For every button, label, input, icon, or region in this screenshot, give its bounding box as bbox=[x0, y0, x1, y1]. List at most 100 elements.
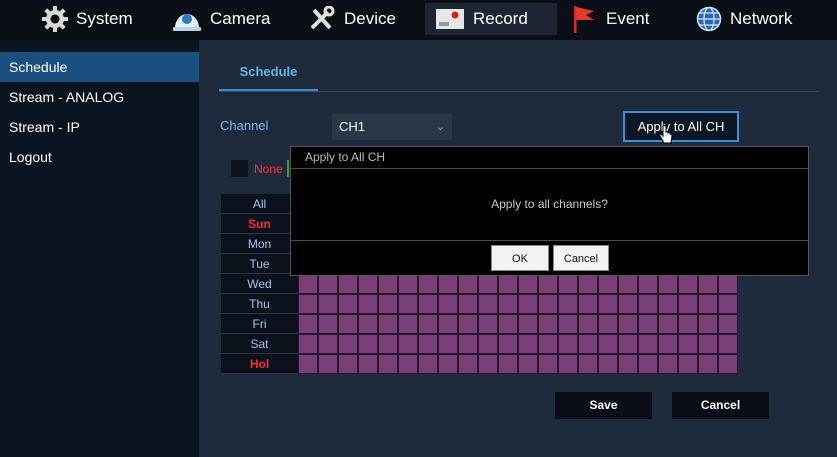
schedule-cell[interactable] bbox=[438, 334, 458, 354]
nav-record[interactable]: Record bbox=[425, 3, 557, 35]
schedule-cell[interactable] bbox=[458, 294, 478, 314]
schedule-cell[interactable] bbox=[418, 274, 438, 294]
schedule-cell[interactable] bbox=[598, 334, 618, 354]
schedule-cell[interactable] bbox=[618, 294, 638, 314]
schedule-cell[interactable] bbox=[298, 274, 318, 294]
schedule-cell[interactable] bbox=[518, 354, 538, 374]
schedule-cell[interactable] bbox=[638, 274, 658, 294]
schedule-cell[interactable] bbox=[318, 354, 338, 374]
schedule-cell[interactable] bbox=[618, 274, 638, 294]
schedule-cell[interactable] bbox=[438, 314, 458, 334]
schedule-cell[interactable] bbox=[558, 354, 578, 374]
nav-network[interactable]: Network bbox=[696, 3, 792, 35]
apply-to-all-button[interactable]: Apply to All CH bbox=[623, 111, 739, 142]
schedule-cell[interactable] bbox=[618, 354, 638, 374]
schedule-cell[interactable] bbox=[418, 314, 438, 334]
schedule-cell[interactable] bbox=[358, 334, 378, 354]
schedule-grid[interactable] bbox=[298, 274, 738, 374]
day-hol[interactable]: Hol bbox=[221, 354, 298, 374]
schedule-cell[interactable] bbox=[698, 294, 718, 314]
schedule-cell[interactable] bbox=[338, 274, 358, 294]
schedule-cell[interactable] bbox=[418, 354, 438, 374]
schedule-cell[interactable] bbox=[498, 354, 518, 374]
schedule-cell[interactable] bbox=[658, 294, 678, 314]
schedule-cell[interactable] bbox=[578, 334, 598, 354]
schedule-cell[interactable] bbox=[678, 294, 698, 314]
sidebar-item-stream-analog[interactable]: Stream - ANALOG bbox=[0, 82, 199, 112]
schedule-cell[interactable] bbox=[438, 294, 458, 314]
dialog-ok-button[interactable]: OK bbox=[491, 245, 549, 271]
schedule-cell[interactable] bbox=[418, 334, 438, 354]
schedule-cell[interactable] bbox=[518, 294, 538, 314]
schedule-cell[interactable] bbox=[638, 314, 658, 334]
cancel-button[interactable]: Cancel bbox=[672, 392, 769, 419]
schedule-cell[interactable] bbox=[338, 354, 358, 374]
schedule-cell[interactable] bbox=[378, 294, 398, 314]
schedule-cell[interactable] bbox=[538, 314, 558, 334]
day-sun[interactable]: Sun bbox=[221, 214, 298, 234]
schedule-cell[interactable] bbox=[518, 334, 538, 354]
schedule-cell[interactable] bbox=[498, 334, 518, 354]
schedule-cell[interactable] bbox=[318, 334, 338, 354]
schedule-cell[interactable] bbox=[498, 274, 518, 294]
schedule-cell[interactable] bbox=[538, 334, 558, 354]
schedule-cell[interactable] bbox=[458, 334, 478, 354]
schedule-cell[interactable] bbox=[558, 274, 578, 294]
schedule-cell[interactable] bbox=[718, 294, 738, 314]
schedule-cell[interactable] bbox=[598, 354, 618, 374]
schedule-cell[interactable] bbox=[558, 314, 578, 334]
schedule-cell[interactable] bbox=[658, 334, 678, 354]
schedule-cell[interactable] bbox=[518, 274, 538, 294]
schedule-cell[interactable] bbox=[478, 354, 498, 374]
day-tue[interactable]: Tue bbox=[221, 254, 298, 274]
schedule-cell[interactable] bbox=[538, 354, 558, 374]
schedule-cell[interactable] bbox=[378, 334, 398, 354]
schedule-cell[interactable] bbox=[598, 294, 618, 314]
schedule-cell[interactable] bbox=[298, 314, 318, 334]
schedule-cell[interactable] bbox=[718, 274, 738, 294]
sidebar-item-stream-ip[interactable]: Stream - IP bbox=[0, 112, 199, 142]
save-button[interactable]: Save bbox=[555, 392, 652, 419]
day-fri[interactable]: Fri bbox=[221, 314, 298, 334]
nav-event[interactable]: Event bbox=[572, 3, 649, 35]
schedule-cell[interactable] bbox=[718, 354, 738, 374]
schedule-cell[interactable] bbox=[638, 354, 658, 374]
schedule-cell[interactable] bbox=[438, 354, 458, 374]
schedule-cell[interactable] bbox=[578, 274, 598, 294]
schedule-cell[interactable] bbox=[358, 354, 378, 374]
schedule-cell[interactable] bbox=[698, 334, 718, 354]
schedule-cell[interactable] bbox=[378, 314, 398, 334]
schedule-cell[interactable] bbox=[318, 314, 338, 334]
schedule-cell[interactable] bbox=[698, 274, 718, 294]
tab-schedule[interactable]: Schedule bbox=[219, 55, 318, 91]
sidebar-item-logout[interactable]: Logout bbox=[0, 142, 199, 172]
schedule-cell[interactable] bbox=[318, 274, 338, 294]
schedule-cell[interactable] bbox=[318, 294, 338, 314]
schedule-cell[interactable] bbox=[498, 294, 518, 314]
schedule-cell[interactable] bbox=[598, 314, 618, 334]
schedule-cell[interactable] bbox=[358, 274, 378, 294]
schedule-cell[interactable] bbox=[578, 354, 598, 374]
schedule-cell[interactable] bbox=[338, 334, 358, 354]
schedule-cell[interactable] bbox=[678, 334, 698, 354]
schedule-cell[interactable] bbox=[398, 334, 418, 354]
schedule-cell[interactable] bbox=[618, 334, 638, 354]
schedule-cell[interactable] bbox=[658, 354, 678, 374]
schedule-cell[interactable] bbox=[518, 314, 538, 334]
schedule-cell[interactable] bbox=[398, 274, 418, 294]
schedule-cell[interactable] bbox=[558, 294, 578, 314]
day-sat[interactable]: Sat bbox=[221, 334, 298, 354]
schedule-cell[interactable] bbox=[398, 314, 418, 334]
schedule-cell[interactable] bbox=[378, 354, 398, 374]
dialog-cancel-button[interactable]: Cancel bbox=[553, 245, 609, 271]
schedule-cell[interactable] bbox=[458, 314, 478, 334]
nav-device[interactable]: Device bbox=[308, 3, 396, 35]
channel-select[interactable]: CH1 ⌄ bbox=[332, 114, 452, 140]
schedule-cell[interactable] bbox=[458, 274, 478, 294]
day-thu[interactable]: Thu bbox=[221, 294, 298, 314]
schedule-cell[interactable] bbox=[458, 354, 478, 374]
schedule-cell[interactable] bbox=[378, 274, 398, 294]
schedule-cell[interactable] bbox=[358, 314, 378, 334]
schedule-cell[interactable] bbox=[398, 294, 418, 314]
schedule-cell[interactable] bbox=[398, 354, 418, 374]
